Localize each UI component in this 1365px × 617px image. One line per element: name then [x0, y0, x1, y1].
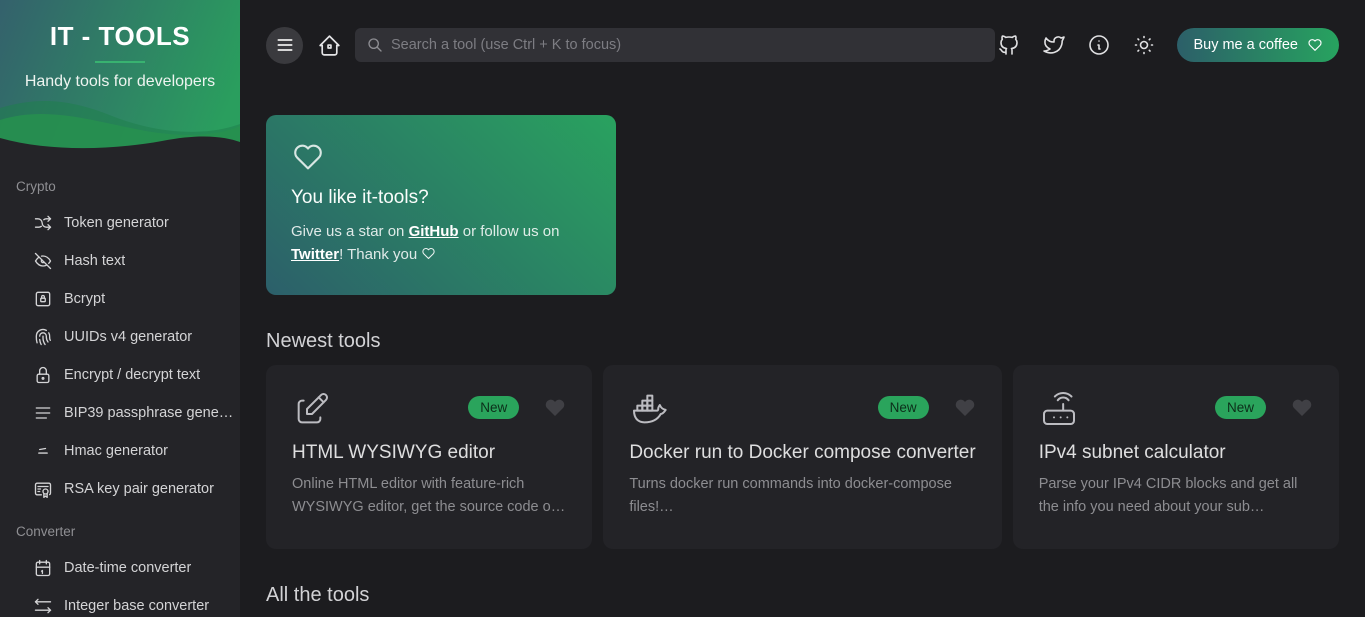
- tool-card-html-wysiwyg-editor[interactable]: New HTML WYSIWYG editor Online HTML edit…: [266, 365, 592, 549]
- newest-tools-heading: Newest tools: [266, 330, 1339, 353]
- tool-card-description: Parse your IPv4 CIDR blocks and get all …: [1039, 473, 1313, 519]
- sidebar-item-hmac-generator[interactable]: Hmac generator: [0, 432, 240, 470]
- sidebar-section-crypto: Crypto Token generator Hash text Bcrypt …: [0, 179, 240, 508]
- list-icon: [33, 403, 53, 423]
- promo-title: You like it-tools?: [291, 187, 591, 209]
- sidebar: IT - TOOLS Handy tools for developers Cr…: [0, 0, 240, 617]
- search-input[interactable]: [391, 37, 983, 53]
- main-content: Buy me a coffee You like it-tools? Give …: [240, 0, 1365, 617]
- app-title: IT - TOOLS: [0, 0, 240, 52]
- tool-card-ipv4-subnet-calculator[interactable]: New IPv4 subnet calculator Parse your IP…: [1013, 365, 1339, 549]
- title-divider: [95, 61, 145, 63]
- promo-text-segment: Give us a star on: [291, 223, 409, 240]
- certificate-icon: [33, 479, 53, 499]
- tool-card-description: Online HTML editor with feature-rich WYS…: [292, 473, 566, 519]
- heart-filled-icon: [954, 397, 976, 419]
- theme-toggle-button[interactable]: [1132, 33, 1156, 57]
- favorite-button[interactable]: [1291, 397, 1313, 419]
- lock-icon: [33, 365, 53, 385]
- wave-decoration: [0, 94, 240, 156]
- sidebar-item-label: BIP39 passphrase generator: [64, 405, 236, 421]
- search-icon: [367, 37, 383, 53]
- search-bar: [355, 28, 995, 62]
- newest-tools-grid: New HTML WYSIWYG editor Online HTML edit…: [266, 365, 1339, 549]
- sidebar-item-label: Date-time converter: [64, 560, 191, 576]
- sidebar-item-uuids-generator[interactable]: UUIDs v4 generator: [0, 318, 240, 356]
- favorite-button[interactable]: [544, 397, 566, 419]
- new-badge: New: [878, 396, 929, 419]
- sidebar-nav: Crypto Token generator Hash text Bcrypt …: [0, 155, 240, 617]
- tool-card-description: Turns docker run commands into docker-co…: [629, 473, 975, 519]
- promo-text: Give us a star on GitHub or follow us on…: [291, 220, 591, 266]
- sidebar-item-bcrypt[interactable]: Bcrypt: [0, 280, 240, 318]
- github-link[interactable]: GitHub: [409, 223, 459, 240]
- calendar-icon: [33, 558, 53, 578]
- sun-icon: [1132, 33, 1156, 57]
- app-subtitle: Handy tools for developers: [0, 73, 240, 91]
- section-label-crypto: Crypto: [0, 179, 240, 194]
- tool-card-title: IPv4 subnet calculator: [1039, 442, 1313, 464]
- menu-toggle-button[interactable]: [266, 27, 303, 64]
- home-icon: [317, 33, 342, 58]
- about-button[interactable]: [1087, 33, 1111, 57]
- info-icon: [1087, 33, 1111, 57]
- sidebar-item-label: RSA key pair generator: [64, 481, 214, 497]
- router-icon: [1039, 389, 1079, 429]
- shuffle-icon: [33, 213, 53, 233]
- sidebar-item-label: Integer base converter: [64, 598, 209, 614]
- sidebar-item-hash-text[interactable]: Hash text: [0, 242, 240, 280]
- heart-filled-icon: [1291, 397, 1313, 419]
- hamburger-menu-icon: [275, 35, 295, 55]
- sidebar-item-bip39-generator[interactable]: BIP39 passphrase generator: [0, 394, 240, 432]
- buy-me-a-coffee-button[interactable]: Buy me a coffee: [1177, 28, 1339, 62]
- section-label-converter: Converter: [0, 524, 240, 539]
- eye-off-icon: [33, 251, 53, 271]
- sidebar-item-rsa-key-pair[interactable]: RSA key pair generator: [0, 470, 240, 508]
- tool-card-title: HTML WYSIWYG editor: [292, 442, 566, 464]
- heart-icon: [421, 246, 436, 261]
- github-icon: [997, 33, 1021, 57]
- password-card-icon: [33, 289, 53, 309]
- arrows-left-right-icon: [33, 596, 53, 616]
- new-badge: New: [1215, 396, 1266, 419]
- favorite-button[interactable]: [954, 397, 976, 419]
- fingerprint-icon: [33, 327, 53, 347]
- twitter-icon: [1042, 33, 1066, 57]
- home-button[interactable]: [317, 33, 342, 58]
- dashes-icon: [33, 441, 53, 461]
- sidebar-item-token-generator[interactable]: Token generator: [0, 204, 240, 242]
- new-badge: New: [468, 396, 519, 419]
- promo-text-segment: ! Thank you: [339, 246, 421, 263]
- top-bar: Buy me a coffee: [266, 0, 1339, 90]
- github-button[interactable]: [997, 33, 1021, 57]
- sidebar-item-label: UUIDs v4 generator: [64, 329, 192, 345]
- sidebar-item-encrypt-decrypt[interactable]: Encrypt / decrypt text: [0, 356, 240, 394]
- all-tools-heading: All the tools: [266, 584, 1339, 607]
- twitter-link[interactable]: Twitter: [291, 246, 339, 263]
- promo-card: You like it-tools? Give us a star on Git…: [266, 115, 616, 295]
- sidebar-section-converter: Converter Date-time converter Integer ba…: [0, 524, 240, 617]
- promo-text-segment: or follow us on: [459, 223, 560, 240]
- promo-heart: [291, 140, 591, 174]
- tool-card-docker-run-to-compose[interactable]: New Docker run to Docker compose convert…: [603, 365, 1001, 549]
- edit-icon: [292, 389, 332, 429]
- sidebar-header: IT - TOOLS Handy tools for developers: [0, 0, 240, 155]
- heart-filled-icon: [544, 397, 566, 419]
- heart-icon: [1307, 37, 1323, 53]
- heart-icon: [291, 140, 325, 174]
- sidebar-item-label: Hmac generator: [64, 443, 168, 459]
- docker-icon: [629, 389, 669, 429]
- coffee-button-label: Buy me a coffee: [1193, 37, 1298, 53]
- sidebar-item-label: Hash text: [64, 253, 125, 269]
- sidebar-item-label: Encrypt / decrypt text: [64, 367, 200, 383]
- sidebar-item-label: Token generator: [64, 215, 169, 231]
- topbar-actions: Buy me a coffee: [997, 28, 1339, 62]
- twitter-button[interactable]: [1042, 33, 1066, 57]
- sidebar-item-integer-base-converter[interactable]: Integer base converter: [0, 587, 240, 617]
- sidebar-item-label: Bcrypt: [64, 291, 105, 307]
- tool-card-title: Docker run to Docker compose converter: [629, 442, 975, 464]
- sidebar-item-date-time-converter[interactable]: Date-time converter: [0, 549, 240, 587]
